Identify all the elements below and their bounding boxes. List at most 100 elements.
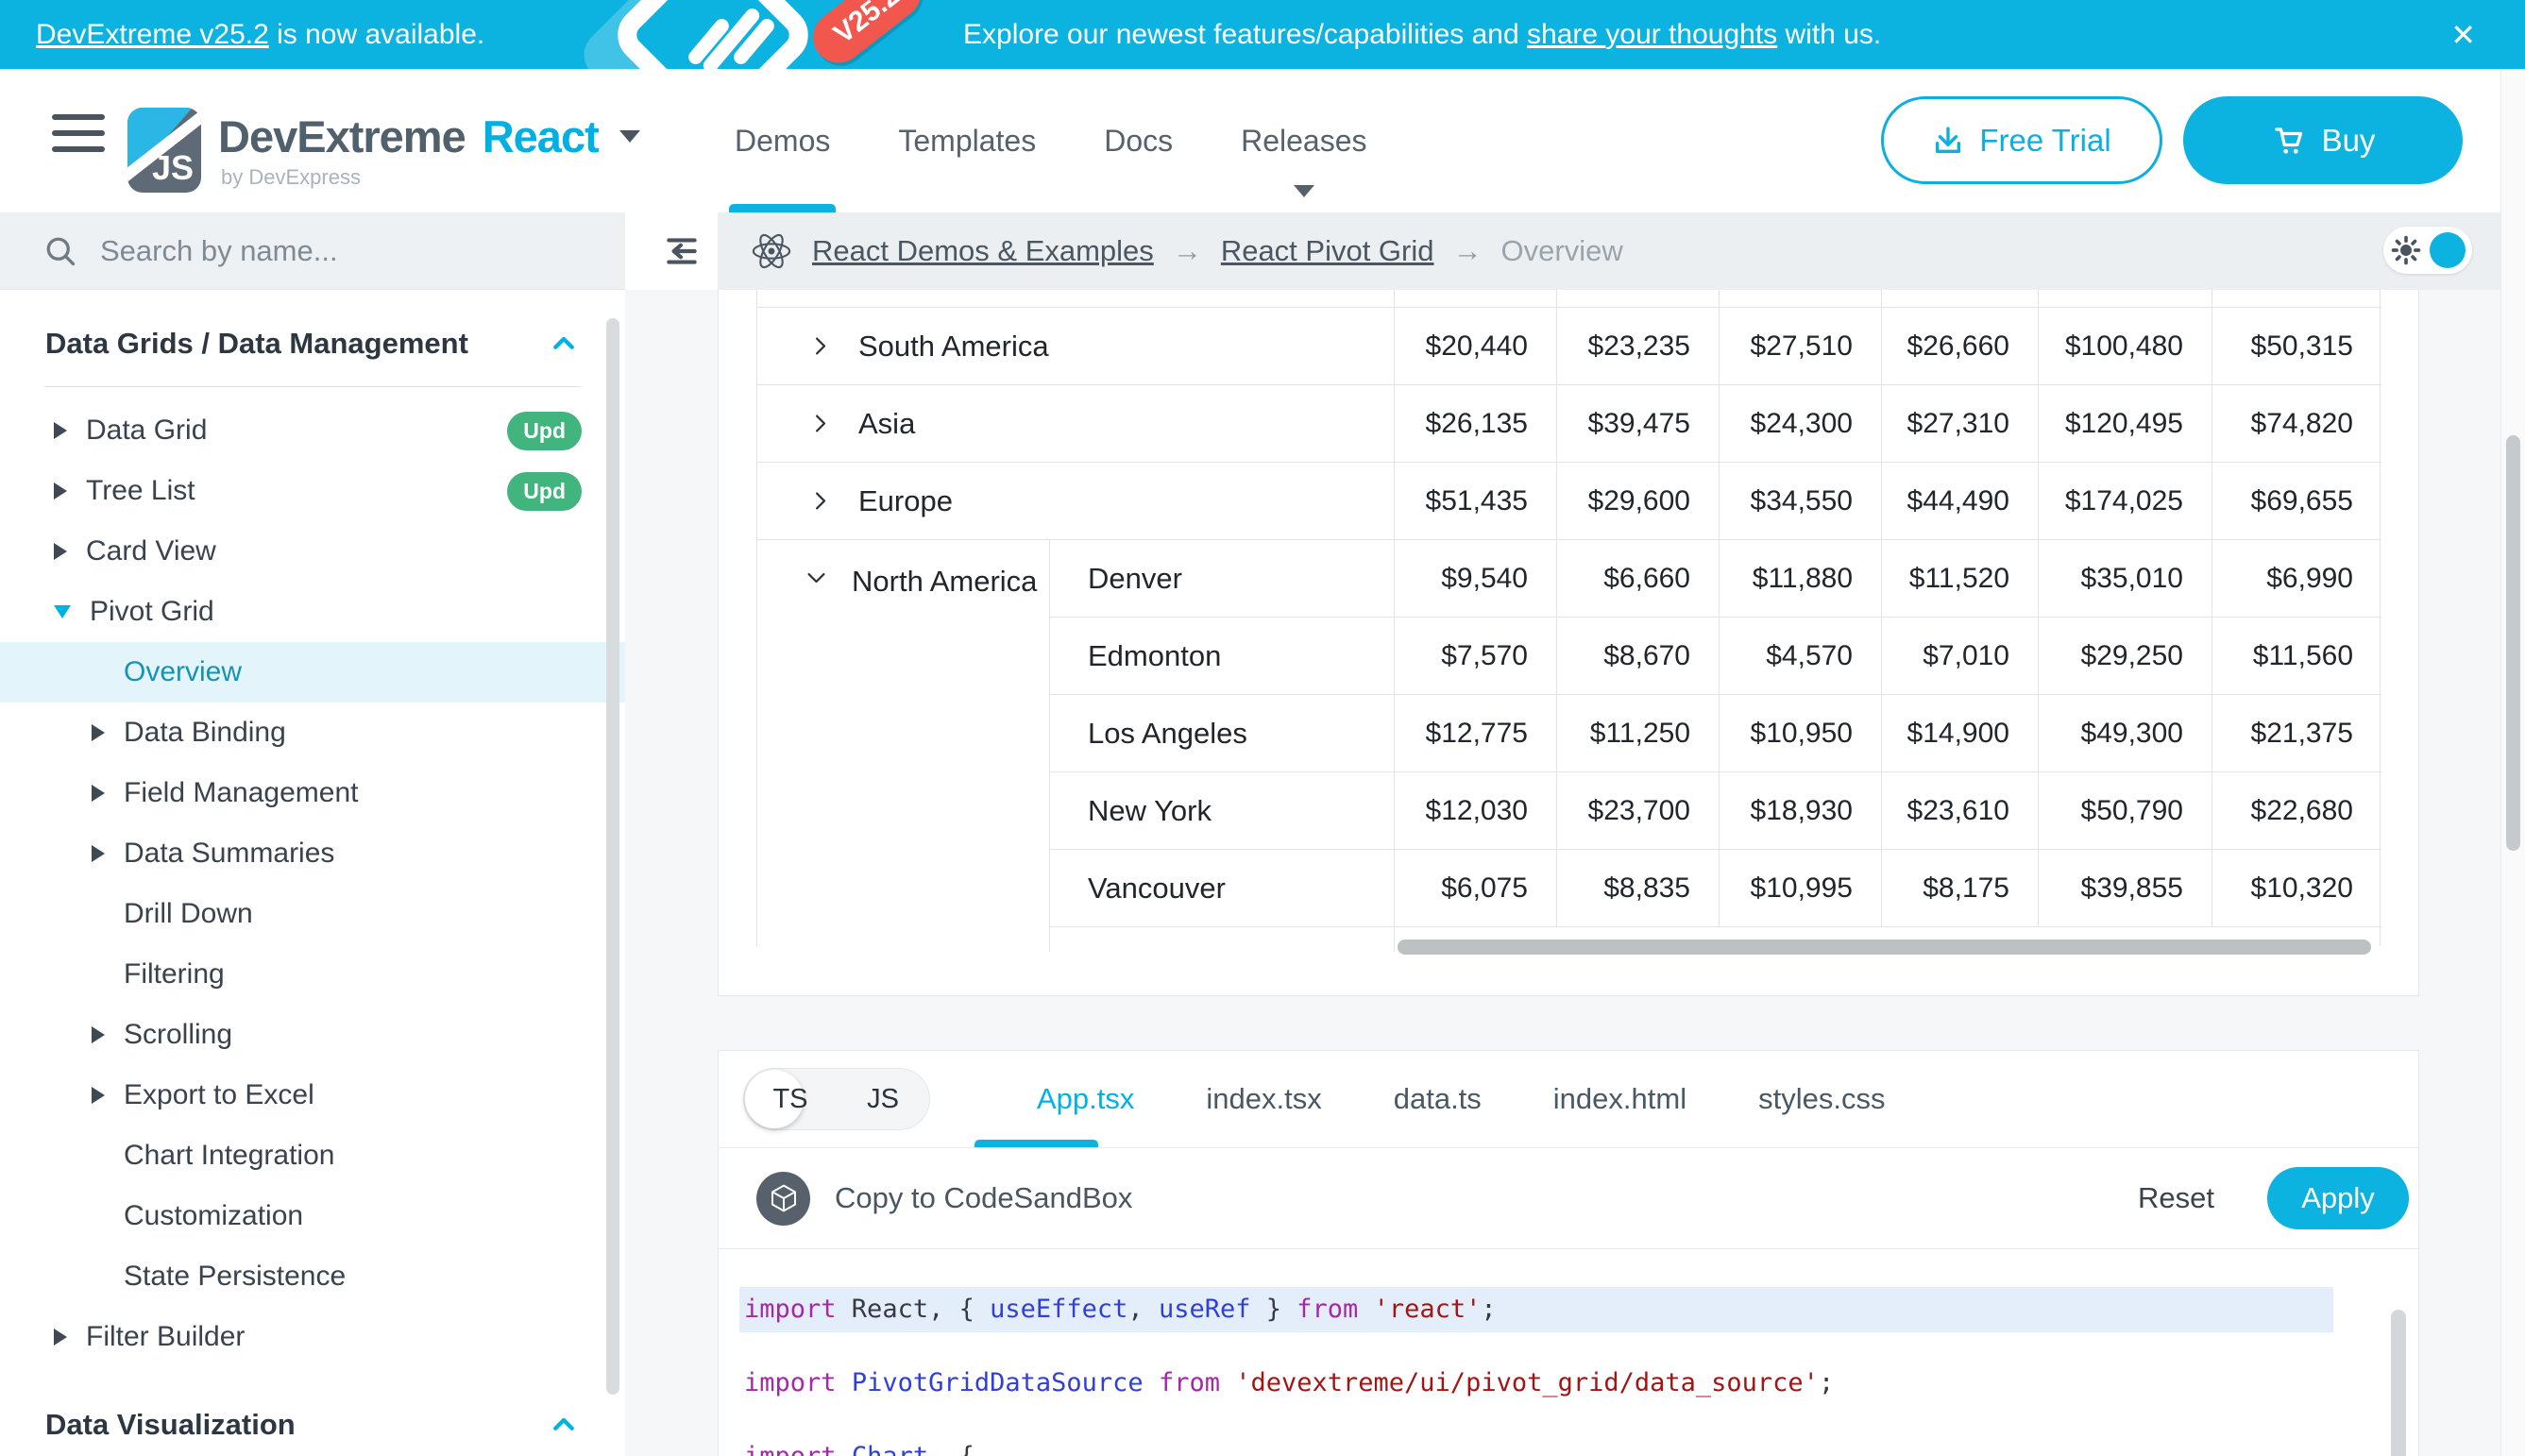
pivot-row-header[interactable]: South America xyxy=(757,308,1394,385)
pivot-value-cell: $51,435 xyxy=(1394,463,1556,540)
theme-toggle[interactable] xyxy=(2383,227,2472,274)
breadcrumb-link[interactable]: React Demos & Examples xyxy=(812,234,1154,268)
pivot-value-cell: $39,855 xyxy=(2038,850,2211,927)
breadcrumb-link[interactable]: React Pivot Grid xyxy=(1221,234,1434,268)
sidebar-item-data-grid[interactable]: Data GridUpd xyxy=(0,400,625,461)
sidebar-item-label: Card View xyxy=(86,535,216,567)
nav-item-docs[interactable]: Docs xyxy=(1104,69,1173,212)
code-scrollbar[interactable] xyxy=(2391,1310,2406,1456)
site-header: JS DevExtreme React by DevExpress Demos T… xyxy=(0,69,2525,212)
page: DevExtreme v25.2 is now available. V25.2… xyxy=(0,0,2525,1456)
devextreme-js-logo[interactable]: JS xyxy=(127,108,201,193)
reset-button[interactable]: Reset xyxy=(2138,1181,2214,1215)
pivot-value-cell: $4,570 xyxy=(1719,618,1881,695)
search-input[interactable] xyxy=(100,234,553,268)
sidebar-item-tree-list[interactable]: Tree ListUpd xyxy=(0,461,625,521)
pivot-value-cell: $100,480 xyxy=(2038,308,2211,385)
pivot-row-header[interactable]: Europe xyxy=(757,463,1394,540)
expand-row-icon[interactable] xyxy=(807,488,833,514)
file-tab-data-ts[interactable]: data.ts xyxy=(1394,1082,1482,1116)
pivot-row-header[interactable]: Asia xyxy=(757,385,1394,463)
sidebar-section-data-grids[interactable]: Data Grids / Data Management xyxy=(0,311,625,377)
pivot-row-header[interactable]: Edmonton xyxy=(1049,618,1394,695)
sidebar-item-scrolling[interactable]: Scrolling xyxy=(0,1005,625,1065)
file-tab-index-tsx[interactable]: index.tsx xyxy=(1206,1082,1321,1116)
nav-item-releases[interactable]: Releases xyxy=(1241,69,1366,212)
pivot-row-header[interactable] xyxy=(757,695,1049,772)
copy-to-codesandbox-button[interactable]: Copy to CodeSandBox xyxy=(835,1181,1132,1215)
sidebar-item-data-summaries[interactable]: Data Summaries xyxy=(0,823,625,884)
lang-option-ts[interactable]: TS xyxy=(744,1069,837,1129)
sidebar-item-filter-builder[interactable]: Filter Builder xyxy=(0,1307,625,1367)
code-line: import Chart, { xyxy=(739,1434,2333,1456)
pivot-row-header[interactable] xyxy=(757,850,1049,927)
sidebar-item-filtering[interactable]: Filtering xyxy=(0,944,625,1005)
file-tab-app-tsx[interactable]: App.tsx xyxy=(1037,1082,1134,1116)
file-tab-index-html[interactable]: index.html xyxy=(1553,1082,1686,1116)
nav-item-demos[interactable]: Demos xyxy=(735,69,830,212)
pivot-value-cell: $39,475 xyxy=(1556,385,1719,463)
sidebar-item-label: Scrolling xyxy=(124,1019,232,1051)
code-editor[interactable]: import React, { useEffect, useRef } from… xyxy=(719,1249,2418,1456)
sidebar-item-drill-down[interactable]: Drill Down xyxy=(0,884,625,944)
logo-js-text: JS xyxy=(152,148,194,188)
sidebar-scrollbar[interactable] xyxy=(606,318,619,1395)
nav-item-templates[interactable]: Templates xyxy=(898,69,1036,212)
hamburger-menu-icon[interactable] xyxy=(52,114,105,167)
sidebar-item-export-to-excel[interactable]: Export to Excel xyxy=(0,1065,625,1126)
code-toolbar: Copy to CodeSandBox Reset Apply xyxy=(719,1148,2418,1248)
sidebar-item-label: Pivot Grid xyxy=(90,596,214,628)
collapse-sidebar-icon[interactable] xyxy=(662,231,702,276)
pivot-value-cell: $26,135 xyxy=(1394,385,1556,463)
sidebar-item-card-view[interactable]: Card View xyxy=(0,521,625,582)
main-area: React Demos & Examples→React Pivot Grid→… xyxy=(625,212,2525,1456)
expand-arrow-icon xyxy=(54,483,67,499)
sidebar-section-data-visualization[interactable]: Data Visualization xyxy=(0,1392,625,1456)
framework-selector[interactable]: React xyxy=(483,110,599,162)
pivot-value-cell: $44,490 xyxy=(1881,463,2038,540)
banner-message: Explore our newest features/capabilities… xyxy=(963,19,1881,51)
expand-row-icon[interactable] xyxy=(807,333,833,359)
pivot-row-header[interactable] xyxy=(757,772,1049,850)
pivot-row-header[interactable]: Los Angeles xyxy=(1049,695,1394,772)
sidebar-item-data-binding[interactable]: Data Binding xyxy=(0,703,625,763)
sidebar-item-field-management[interactable]: Field Management xyxy=(0,763,625,823)
chevron-down-icon[interactable] xyxy=(619,130,640,143)
expanded-arrow-icon xyxy=(54,605,71,618)
body-row: Data Grids / Data Management Data GridUp… xyxy=(0,212,2525,1456)
pivot-row-header[interactable]: Vancouver xyxy=(1049,850,1394,927)
close-icon[interactable]: ✕ xyxy=(2450,20,2476,50)
page-scrollbar-thumb[interactable] xyxy=(2506,435,2520,851)
demo-content: South America$20,440$23,235$27,510$26,66… xyxy=(625,290,2525,1456)
lang-option-js[interactable]: JS xyxy=(837,1069,929,1129)
table-row: Europe$51,435$29,600$34,550$44,490$174,0… xyxy=(757,463,2380,540)
banner-version-link[interactable]: DevExtreme v25.2 xyxy=(36,19,269,50)
pivot-row-header[interactable]: North America xyxy=(757,540,1049,618)
pivot-value-cell: $50,790 xyxy=(2038,772,2211,850)
pivot-value-cell: $24,300 xyxy=(1719,385,1881,463)
free-trial-button[interactable]: Free Trial xyxy=(1881,96,2162,184)
codesandbox-icon[interactable] xyxy=(756,1172,810,1226)
language-toggle[interactable]: TS JS xyxy=(743,1068,930,1130)
sidebar-item-customization[interactable]: Customization xyxy=(0,1186,625,1246)
sidebar-item-state-persistence[interactable]: State Persistence xyxy=(0,1246,625,1307)
sidebar-item-overview[interactable]: Overview xyxy=(0,642,625,703)
pivot-value-cell: $29,250 xyxy=(2038,618,2211,695)
brand-block: DevExtreme React by DevExpress xyxy=(218,110,640,190)
sidebar-item-pivot-grid[interactable]: Pivot Grid xyxy=(0,582,625,642)
pivot-row-header[interactable]: Denver xyxy=(1049,540,1394,618)
buy-button[interactable]: Buy xyxy=(2183,96,2463,184)
pivot-value-cell: $10,995 xyxy=(1719,850,1881,927)
file-tab-styles-css[interactable]: styles.css xyxy=(1758,1082,1885,1116)
horizontal-scrollbar[interactable] xyxy=(1398,940,2371,955)
apply-button[interactable]: Apply xyxy=(2267,1167,2409,1229)
pivot-row-header[interactable] xyxy=(757,618,1049,695)
pivot-value-cell: $7,570 xyxy=(1394,618,1556,695)
cart-icon xyxy=(2271,124,2305,158)
main-nav: Demos Templates Docs Releases xyxy=(735,69,1367,212)
share-your-thoughts-link[interactable]: share your thoughts xyxy=(1527,19,1777,50)
collapse-row-icon[interactable] xyxy=(804,565,829,590)
expand-row-icon[interactable] xyxy=(807,411,833,436)
pivot-row-header[interactable]: New York xyxy=(1049,772,1394,850)
sidebar-item-chart-integration[interactable]: Chart Integration xyxy=(0,1126,625,1186)
